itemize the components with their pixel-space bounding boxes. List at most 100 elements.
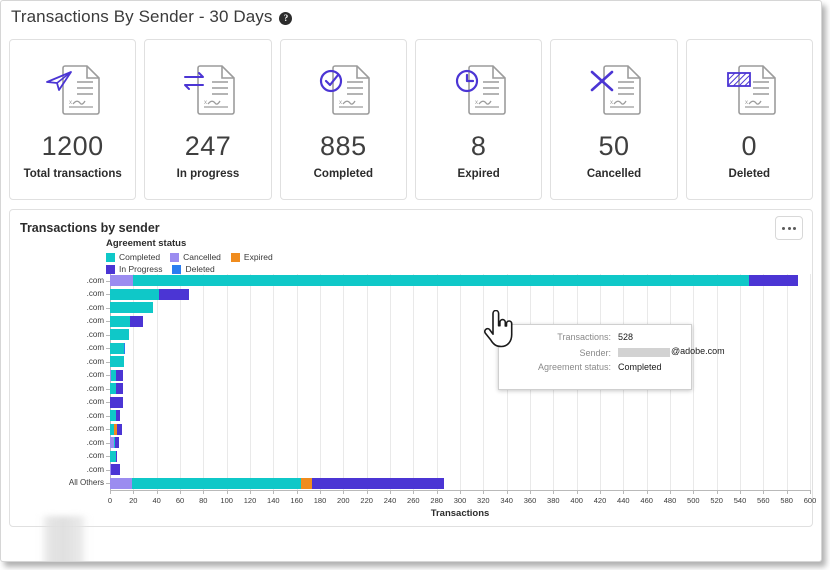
kpi-card-deleted[interactable]: x 0 Deleted <box>685 39 813 200</box>
x-axis-tick-label: 380 <box>547 496 560 505</box>
kpi-value: 8 <box>470 131 487 161</box>
bar-segment[interactable] <box>111 464 121 476</box>
x-axis-tick-label: 300 <box>453 496 467 505</box>
x-tick-mark <box>133 490 135 494</box>
y-axis-tick-label: .com <box>86 437 104 447</box>
kpi-card-in-progress[interactable]: x 247 In progress <box>144 39 272 200</box>
bar-segment[interactable] <box>117 423 122 435</box>
tooltip-value: Completed <box>618 361 662 372</box>
gridline <box>436 274 438 490</box>
gridline <box>786 274 788 490</box>
gridline <box>250 274 251 490</box>
kpi-label: Completed <box>313 168 374 180</box>
bar-segment[interactable] <box>115 450 117 462</box>
y-axis-tick-label: .com <box>86 410 104 420</box>
kpi-card-completed[interactable]: x 885 Completed <box>279 39 407 200</box>
kpi-label: Cancelled <box>586 168 642 180</box>
kpi-card-total-transactions[interactable]: x 1200 Total transactions <box>9 39 137 200</box>
x-tick-mark <box>180 490 181 494</box>
x-tick-mark <box>810 490 811 494</box>
x-tick-mark <box>366 490 368 494</box>
x-axis-tick-label: 560 <box>757 496 770 505</box>
bar-segment[interactable] <box>115 410 121 422</box>
bar-segment[interactable] <box>301 477 312 489</box>
x-axis-tick-label: 80 <box>199 496 208 505</box>
bar-segment[interactable] <box>133 275 750 287</box>
bar-segment[interactable] <box>159 288 190 300</box>
kpi-value: 1200 <box>41 131 104 161</box>
x-tick-mark <box>296 490 298 494</box>
gridline <box>273 274 275 490</box>
x-tick-mark <box>460 490 461 494</box>
gridline <box>740 274 741 490</box>
x-axis-tick-label: 320 <box>477 496 490 505</box>
x-axis-tick-label: 0 <box>107 496 113 505</box>
y-tick-mark <box>106 334 110 336</box>
bar-segment[interactable] <box>114 437 120 449</box>
x-axis-tick-label: 540 <box>733 496 747 505</box>
x-tick-mark <box>716 490 718 494</box>
gridline <box>390 274 391 490</box>
info-icon[interactable]: ? <box>279 11 293 25</box>
y-tick-mark <box>106 294 110 296</box>
tooltip-key: Agreement status: <box>537 361 611 372</box>
y-tick-mark <box>106 321 110 323</box>
y-axis-tick-label: .com <box>86 289 104 299</box>
x-tick-mark <box>273 490 275 494</box>
x-axis-tick-label: 40 <box>152 496 161 505</box>
tooltip-key: Sender: <box>579 347 611 358</box>
gridline <box>343 274 345 490</box>
kpi-card-expired[interactable]: x 8 Expired <box>414 39 543 200</box>
x-tick-mark <box>553 490 555 494</box>
kpi-label: Deleted <box>728 168 771 180</box>
x-tick-mark <box>156 490 158 494</box>
y-tick-mark <box>106 483 110 485</box>
x-tick-mark <box>436 490 438 494</box>
bar-segment[interactable] <box>110 342 124 354</box>
x-axis-tick-label: 220 <box>360 496 373 505</box>
chart-panel: Transactions by sender Agreement status … <box>9 209 816 561</box>
bar-segment[interactable] <box>124 342 126 354</box>
x-tick-mark <box>670 490 671 494</box>
chart-tooltip: Transactions: 528 Sender: @adobe.com Agr… <box>498 324 725 390</box>
kpi-value: 50 <box>598 131 630 161</box>
x-tick-mark <box>226 490 228 494</box>
bar-segment[interactable] <box>110 302 154 314</box>
bar-segment[interactable] <box>110 275 134 287</box>
bar-segment[interactable] <box>132 477 302 489</box>
bar-segment[interactable] <box>311 477 444 489</box>
bar-segment[interactable] <box>110 477 133 489</box>
kpi-card-row: x 1200 Total transactions x 247 In progress x 8… <box>1 33 821 200</box>
bar-segment[interactable] <box>110 396 123 408</box>
y-tick-mark <box>106 361 110 363</box>
bar-segment[interactable] <box>749 275 799 287</box>
bar-segment[interactable] <box>129 315 143 327</box>
y-axis-tick-label: .com <box>86 383 104 393</box>
kpi-card-cancelled[interactable]: x 50 Cancelled <box>550 39 678 200</box>
y-tick-mark <box>106 456 110 458</box>
hatched-block-document-icon: x <box>727 65 777 115</box>
bar-segment[interactable] <box>110 356 124 368</box>
bar-segment[interactable] <box>110 315 130 327</box>
y-tick-mark <box>106 429 110 431</box>
x-tick-mark <box>646 490 648 494</box>
svg-text:x: x <box>475 100 478 106</box>
clock-document-icon: x <box>455 65 506 115</box>
x-tick-mark <box>413 490 415 494</box>
bar-segment[interactable] <box>110 288 159 300</box>
tooltip-row: Transactions: 528 <box>499 332 682 342</box>
x-tick-mark <box>343 490 345 494</box>
x-axis-tick-label: 120 <box>243 496 257 505</box>
y-tick-mark <box>106 442 110 444</box>
bar-segment[interactable] <box>115 383 123 395</box>
redacted-sender-names <box>40 516 88 561</box>
x-axis-tick-label: 460 <box>640 496 653 505</box>
paper-plane-document-icon: x <box>45 65 100 115</box>
svg-text:x: x <box>610 100 613 106</box>
dashboard-window: Transactions By Sender - 30 Days ? x 1200… <box>0 0 822 562</box>
gridline <box>763 274 765 490</box>
bar-segment[interactable] <box>110 329 129 341</box>
bar-segment[interactable] <box>115 369 123 381</box>
kpi-label: In progress <box>176 168 240 180</box>
x-axis-tick-label: 600 <box>803 496 817 505</box>
